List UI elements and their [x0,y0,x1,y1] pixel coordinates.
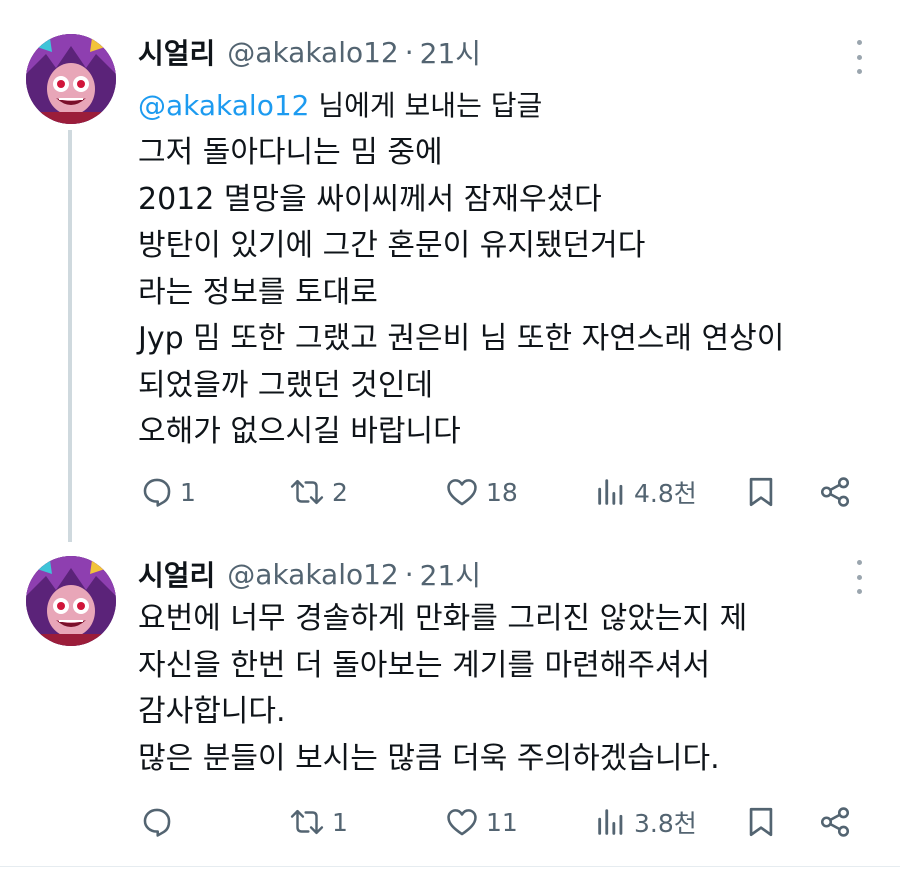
text-line: 그저 돌아다니는 밈 중에 [138,135,443,170]
views-icon [598,809,623,835]
author-name[interactable]: 시얼리 [138,32,215,72]
tweet-header: 시얼리 @akakalo12 · 21시 [138,30,481,74]
views-button[interactable]: 3.8천 [594,800,697,844]
author-name[interactable]: 시얼리 [138,554,215,594]
repost-count: 1 [332,807,348,837]
reply-icon [143,478,171,507]
bookmark-icon [749,477,773,507]
separator-dot: · [404,35,414,69]
tweet-text: 그저 돌아다니는 밈 중에 2012 멸망을 싸이씨께서 잠재우셨다 방탄이 있… [138,130,868,456]
bookmark-icon [749,807,773,837]
reply-context: @akakalo12 님에게 보내는 답글 [138,84,542,124]
action-bar: 1 11 3.8천 [0,800,900,844]
like-button[interactable]: 11 [444,800,518,844]
share-button[interactable] [818,470,852,514]
reply-suffix: 님에게 보내는 답글 [309,89,543,122]
text-line: 많은 분들이 보시는 많큼 더욱 주의하겠습니다. [138,740,720,776]
text-line: 되었을까 그랬던 것인데 [138,367,434,403]
author-handle[interactable]: @akakalo12 [227,36,398,69]
more-dot [856,560,862,565]
action-bar: 1 2 18 4.8천 [0,470,900,514]
text-line: 방탄이 있기에 그간 혼문이 유지됐던거다 [138,228,646,263]
like-count: 18 [486,477,518,507]
text-line: 감사합니다. [138,694,286,729]
more-options-button[interactable] [854,560,864,594]
more-options-button[interactable] [854,40,864,74]
reply-button[interactable]: 1 [140,470,196,514]
text-line: Jyp 밈 또한 그랬고 권은비 님 또한 자연스래 연상이 [138,321,785,356]
text-line: 요번에 너무 경솔하게 만화를 그리진 않았는지 제 [138,601,748,636]
text-line: 2012 멸망을 싸이씨께서 잠재우셨다 [138,181,602,217]
share-icon [820,477,850,507]
heart-icon [447,809,477,836]
repost-button[interactable]: 1 [288,800,348,844]
share-button[interactable] [818,800,852,844]
tweet-header: 시얼리 @akakalo12 · 21시 [138,552,481,596]
author-handle[interactable]: @akakalo12 [227,558,398,591]
timestamp[interactable]: 21시 [420,554,481,594]
share-icon [820,807,850,837]
views-button[interactable]: 4.8천 [594,470,697,514]
repost-count: 2 [332,477,348,507]
bottom-divider [0,866,900,867]
more-dot [856,574,862,580]
timestamp[interactable]: 21시 [420,32,481,72]
heart-icon [447,479,477,506]
text-line: 자신을 한번 더 돌아보는 계기를 마련해주셔서 [138,647,711,683]
reply-icon [143,808,171,837]
more-dot [856,69,862,74]
more-dot [856,54,862,60]
reply-count: 1 [180,477,196,507]
repost-icon [290,479,324,505]
separator-dot: · [404,557,414,591]
views-icon [598,479,623,505]
text-line: 오해가 없으시길 바랍니다 [138,414,461,449]
views-count: 3.8천 [634,809,697,838]
bookmark-button[interactable] [744,800,778,844]
avatar[interactable] [26,556,116,646]
more-dot [856,589,862,594]
avatar[interactable] [26,34,116,124]
bookmark-button[interactable] [744,470,778,514]
like-button[interactable]: 18 [444,470,518,514]
reply-mention-link[interactable]: @akakalo12 [138,89,309,122]
avatar-image [26,34,116,124]
tweet-text: 요번에 너무 경솔하게 만화를 그리진 않았는지 제 자신을 한번 더 돌아보는… [138,596,868,782]
repost-icon [290,809,324,835]
more-dot [856,40,862,45]
reply-button[interactable] [140,800,180,844]
like-count: 11 [486,807,518,837]
avatar-image [26,556,116,646]
text-line: 라는 정보를 토대로 [138,274,378,310]
views-count: 4.8천 [634,479,697,508]
repost-button[interactable]: 2 [288,470,348,514]
